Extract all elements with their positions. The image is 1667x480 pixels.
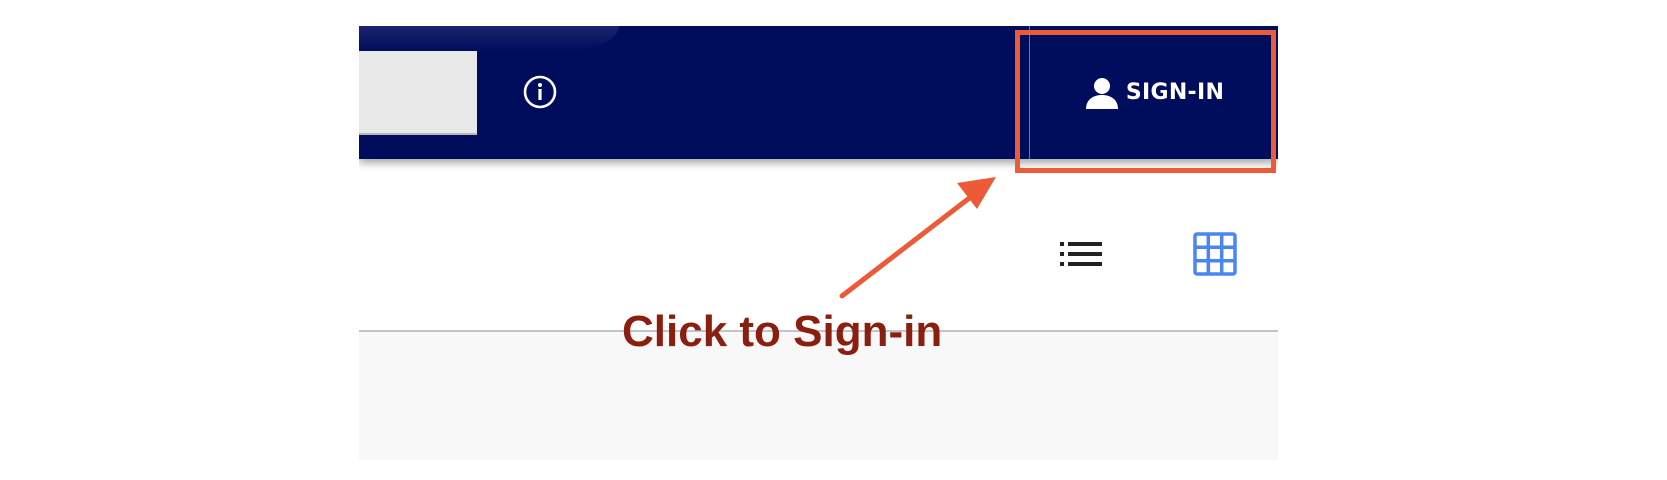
list-view-icon[interactable] <box>1060 240 1102 268</box>
search-input[interactable] <box>359 51 477 135</box>
annotation-caption: Click to Sign-in <box>622 307 943 356</box>
grid-view-icon[interactable] <box>1193 232 1237 276</box>
header-highlight <box>359 26 619 52</box>
sign-in-highlight-box <box>1015 30 1276 173</box>
tutorial-screenshot: SIGN-IN Click to Sign-in <box>0 0 1667 480</box>
info-circle-icon[interactable] <box>522 74 558 110</box>
